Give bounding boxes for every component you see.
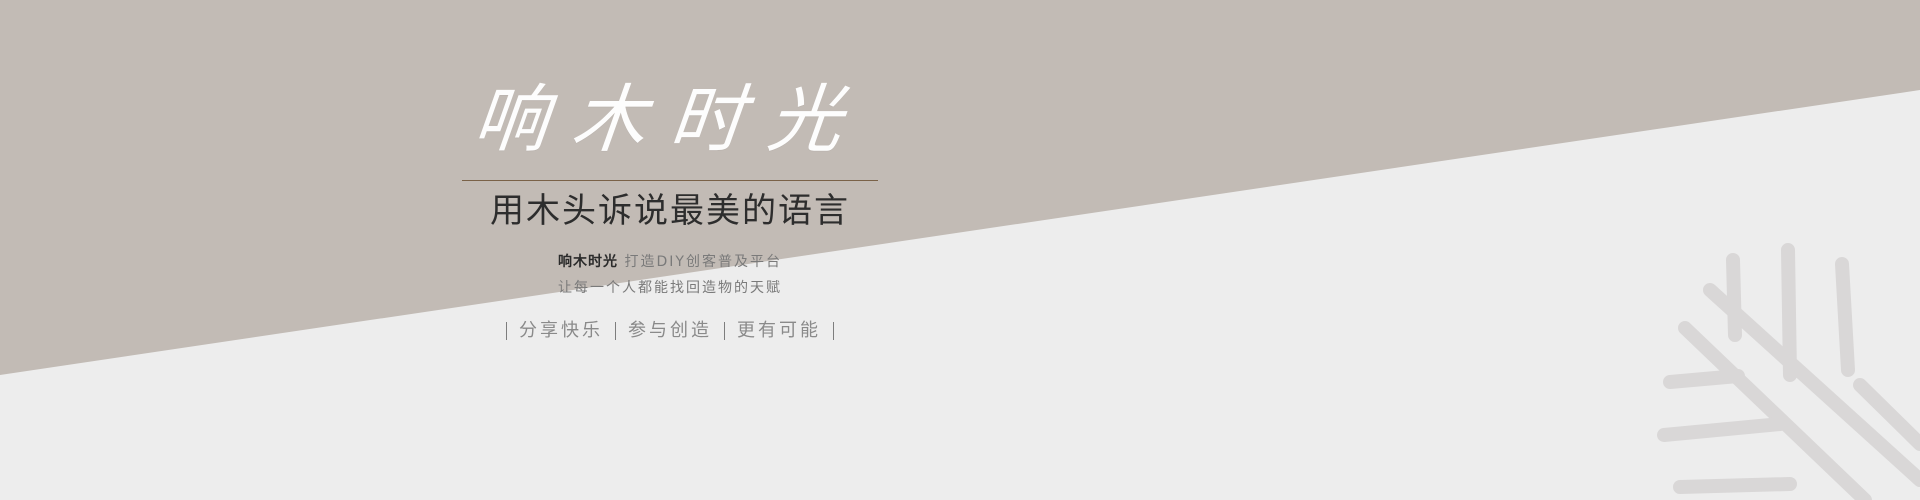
tag-separator [615, 322, 616, 340]
branch-left-line-2 [1657, 417, 1787, 442]
tag-possibility: 更有可能 [737, 320, 821, 341]
brand-title-wrap: 响木时光 [460, 70, 880, 170]
branch-left-line-1 [1663, 369, 1745, 389]
branch-short-line-2 [1781, 243, 1797, 382]
tag-separator [833, 322, 834, 340]
wood-grain-branch-icon [1657, 243, 1920, 500]
hero-content: 响木时光 用木头诉说最美的语言 响木时光 打造DIY创客普及平台 让每一个人都能… [460, 70, 880, 343]
value-tags: 分享快乐 参与创造 更有可能 [460, 319, 880, 343]
title-divider [462, 180, 878, 181]
brand-subtitle: 用木头诉说最美的语言 [490, 191, 850, 231]
branch-short-line-3 [1835, 257, 1855, 377]
brand-description: 响木时光 打造DIY创客普及平台 让每一个人都能找回造物的天赋 [460, 249, 880, 301]
description-line-1-text: 打造DIY创客普及平台 [624, 254, 782, 270]
description-line-1: 响木时光 打造DIY创客普及平台 [460, 249, 880, 275]
description-brand-name: 响木时光 [558, 254, 619, 270]
tag-create: 参与创造 [628, 320, 712, 341]
tag-share-joy: 分享快乐 [519, 320, 603, 341]
hero-banner: 响木时光 用木头诉说最美的语言 响木时光 打造DIY创客普及平台 让每一个人都能… [0, 0, 1920, 500]
tag-separator [506, 322, 507, 340]
branch-left-line-3 [1673, 477, 1797, 494]
brand-title: 响木时光 [469, 77, 871, 163]
branch-short-line-1 [1726, 253, 1742, 342]
tag-separator [724, 322, 725, 340]
description-line-2: 让每一个人都能找回造物的天赋 [558, 280, 782, 296]
